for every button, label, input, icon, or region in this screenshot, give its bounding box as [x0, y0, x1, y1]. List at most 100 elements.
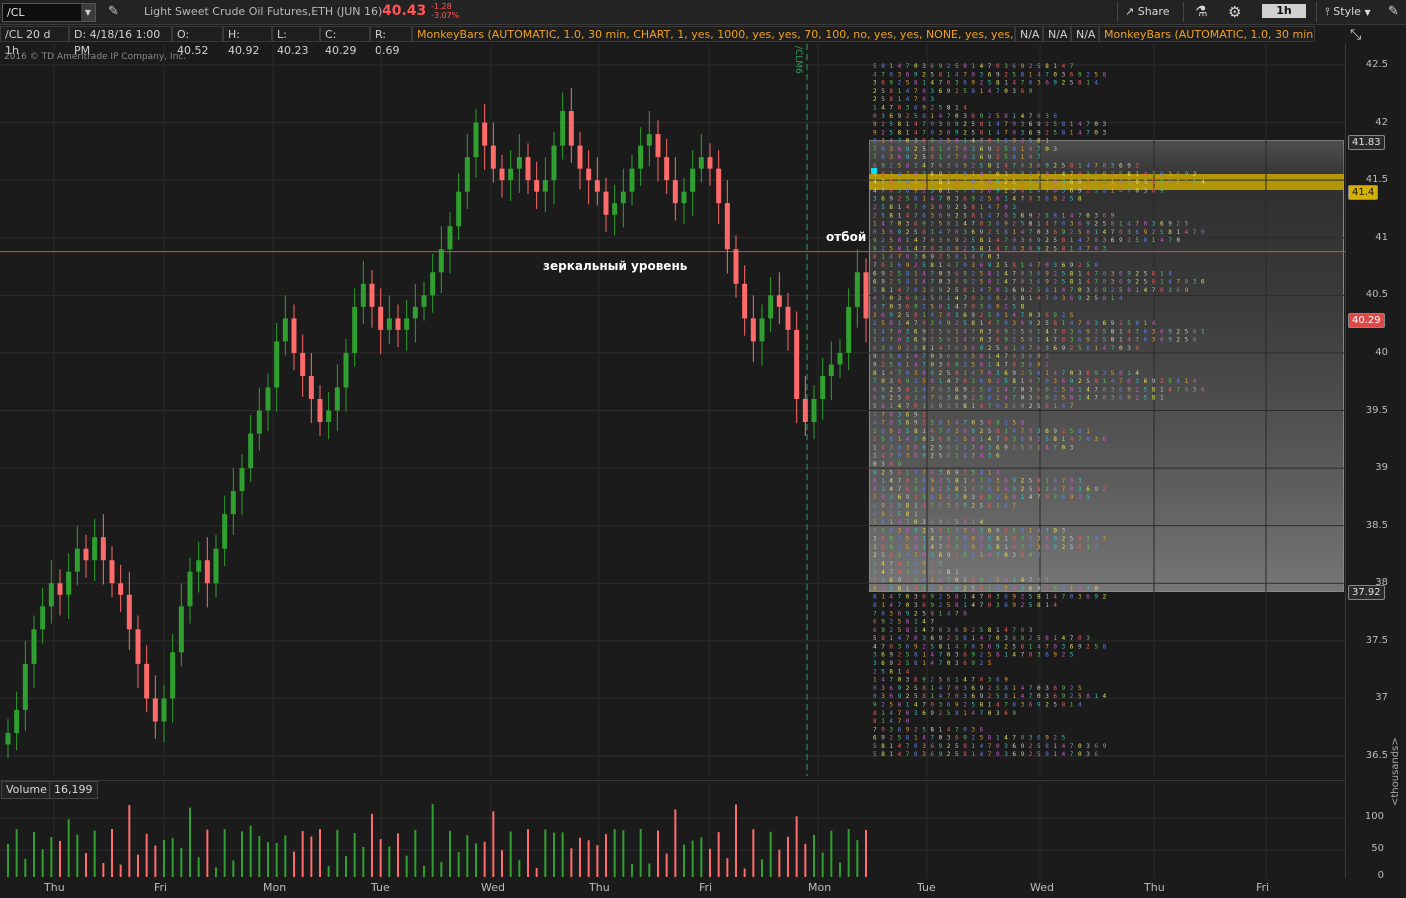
pencil-icon[interactable]: ✎	[108, 4, 124, 20]
candle-body	[594, 180, 600, 192]
symbol-selector[interactable]: /CL ▼	[2, 3, 96, 22]
monkeybar-digit: 0	[988, 138, 992, 145]
candle-body	[100, 537, 106, 561]
chevron-down-icon[interactable]: ▼	[81, 4, 95, 21]
monkeybar-digit: 1	[947, 527, 951, 534]
monkeybar-digit: 6	[906, 295, 910, 302]
monkeybar-digit: 4	[873, 303, 877, 310]
monkeybar-digit: 5	[1135, 237, 1139, 244]
style-button[interactable]: ⫯ Style ▼	[1325, 3, 1371, 21]
monkeybar-digit: 5	[1037, 635, 1041, 642]
volume-bar	[423, 865, 425, 877]
monkeybar-digit: 2	[1070, 345, 1074, 352]
monkeybar-digit: 4	[980, 751, 984, 758]
price-tick-label: 41.5	[1365, 174, 1388, 186]
monkeybar-digit: 8	[1029, 337, 1033, 344]
monkeybar-digit: 1	[889, 743, 893, 750]
candle-body	[733, 249, 739, 284]
monkeybar-digit: 8	[1062, 245, 1066, 252]
volume-bar	[795, 816, 798, 877]
candle-body	[5, 732, 11, 745]
monkeybar-digit: 4	[980, 287, 984, 294]
monkeybar-digit: 1	[955, 444, 959, 451]
monkeybar-digit: 9	[996, 295, 1000, 302]
monkeybar-digit: 0	[955, 229, 959, 236]
monkeybar-digit: 8	[1012, 262, 1016, 269]
price-chart[interactable]: 5 8 1 4 7 0 3 6 9 2 5 8 1 4 7 0 3 6 9 2 5 8 1 4 74 7 0 3 6 9 2 5 8 1 4 7 0 3 6…	[0, 44, 1345, 776]
monkeybar-digit: 4	[898, 519, 902, 526]
candle-body	[421, 295, 427, 307]
monkeybar-digit: 6	[1062, 378, 1066, 385]
monkeybar-digit: 8	[922, 345, 926, 352]
candle-body	[646, 134, 652, 146]
monkeybar-digit: 4	[873, 295, 877, 302]
gear-icon[interactable]: ⚙	[1228, 3, 1241, 21]
monkeybar-digit: 6	[914, 221, 918, 228]
monkeybar-digit: 2	[980, 652, 984, 659]
monkeybar-digit: 6	[947, 121, 951, 128]
volume-bar	[761, 859, 763, 877]
volume-bar	[310, 836, 313, 877]
volume-chart[interactable]	[0, 780, 1345, 879]
monkeybar-digit: 8	[971, 212, 975, 219]
monkeybar-digit: 5	[1053, 121, 1057, 128]
monkeybar-digit: 4	[1053, 594, 1057, 601]
monkeybar-digit: 2	[1004, 179, 1008, 186]
monkeybar-digit: 2	[873, 436, 877, 443]
monkeybar-digit: 6	[881, 312, 885, 319]
candle-body	[308, 375, 314, 399]
monkeybar-digit: 2	[963, 585, 967, 592]
share-button[interactable]: ↗ Share	[1125, 3, 1169, 21]
monkeybar-digit: 2	[1094, 221, 1098, 228]
monkeybar-digit: 9	[939, 751, 943, 758]
monkeybar-digit: 0	[1004, 204, 1008, 211]
monkeybar-digit: 7	[1004, 245, 1008, 252]
volume-bar	[535, 867, 538, 877]
monkeybar-digit: 9	[1021, 743, 1025, 750]
monkeybar-digit: 5	[906, 660, 910, 667]
monkeybar-digit: 6	[947, 353, 951, 360]
monkeybar-digit: 2	[898, 428, 902, 435]
monkeybar-digit: 9	[930, 370, 934, 377]
monkeybar-digit: 9	[881, 627, 885, 634]
monkeybar-digit: 8	[1062, 585, 1066, 592]
monkeybar-digit: 3	[1070, 444, 1074, 451]
monkeybar-digit: 8	[1078, 196, 1082, 203]
study-label-secondary[interactable]: MonkeyBars (AUTOMATIC, 1.0, 30 min,...	[1099, 26, 1315, 42]
monkeybar-digit: 0	[898, 104, 902, 111]
monkeybar-digit: 5	[955, 635, 959, 642]
monkeybar-digit: 3	[980, 303, 984, 310]
candle-body	[560, 111, 566, 146]
day-label: Fri	[1256, 881, 1270, 894]
monkeybar-digit: 1	[996, 735, 1000, 742]
monkeybar-digit: 5	[1053, 585, 1057, 592]
monkeybar-digit: 0	[1012, 129, 1016, 136]
monkeybar-digit: 4	[906, 320, 910, 327]
monkeybar-digit: 8	[1127, 171, 1131, 178]
monkeybar-digit: 1	[963, 602, 967, 609]
monkeybar-digit: 1	[889, 635, 893, 642]
monkeybar-digit: 6	[1004, 478, 1008, 485]
monkeybar-digit: 4	[1078, 121, 1082, 128]
monkeybar-digit: 5	[963, 88, 967, 95]
monkeybar-digit: 6	[1029, 237, 1033, 244]
monkeybar-digit: 6	[898, 146, 902, 153]
monkeybar-digit: 8	[889, 436, 893, 443]
timeframe-button[interactable]: 1h	[1262, 4, 1306, 18]
volume-bar	[24, 858, 27, 877]
monkeybar-digit: 2	[1176, 221, 1180, 228]
monkeybar-digit: 1	[1029, 643, 1033, 650]
monkeybar-digit: 3	[922, 743, 926, 750]
monkeybar-digit: 4	[889, 602, 893, 609]
drawing-pencil-icon[interactable]: ✎	[1388, 3, 1399, 21]
monkeybar-digit: 3	[1078, 370, 1082, 377]
flask-icon[interactable]: ⚗	[1195, 3, 1208, 21]
monkeybar-digit: 6	[939, 320, 943, 327]
monkeybar-digit: 6	[914, 677, 918, 684]
study-label[interactable]: MonkeyBars (AUTOMATIC, 1.0, 30 min, CHAR…	[412, 26, 1015, 42]
collapse-icon[interactable]: ⤡	[1350, 26, 1361, 44]
monkeybar-digit: 5	[898, 395, 902, 402]
monkeybar-digit: 1	[1119, 221, 1123, 228]
monkeybar-digit: 0	[996, 743, 1000, 750]
monkeybar-digit: 1	[930, 685, 934, 692]
